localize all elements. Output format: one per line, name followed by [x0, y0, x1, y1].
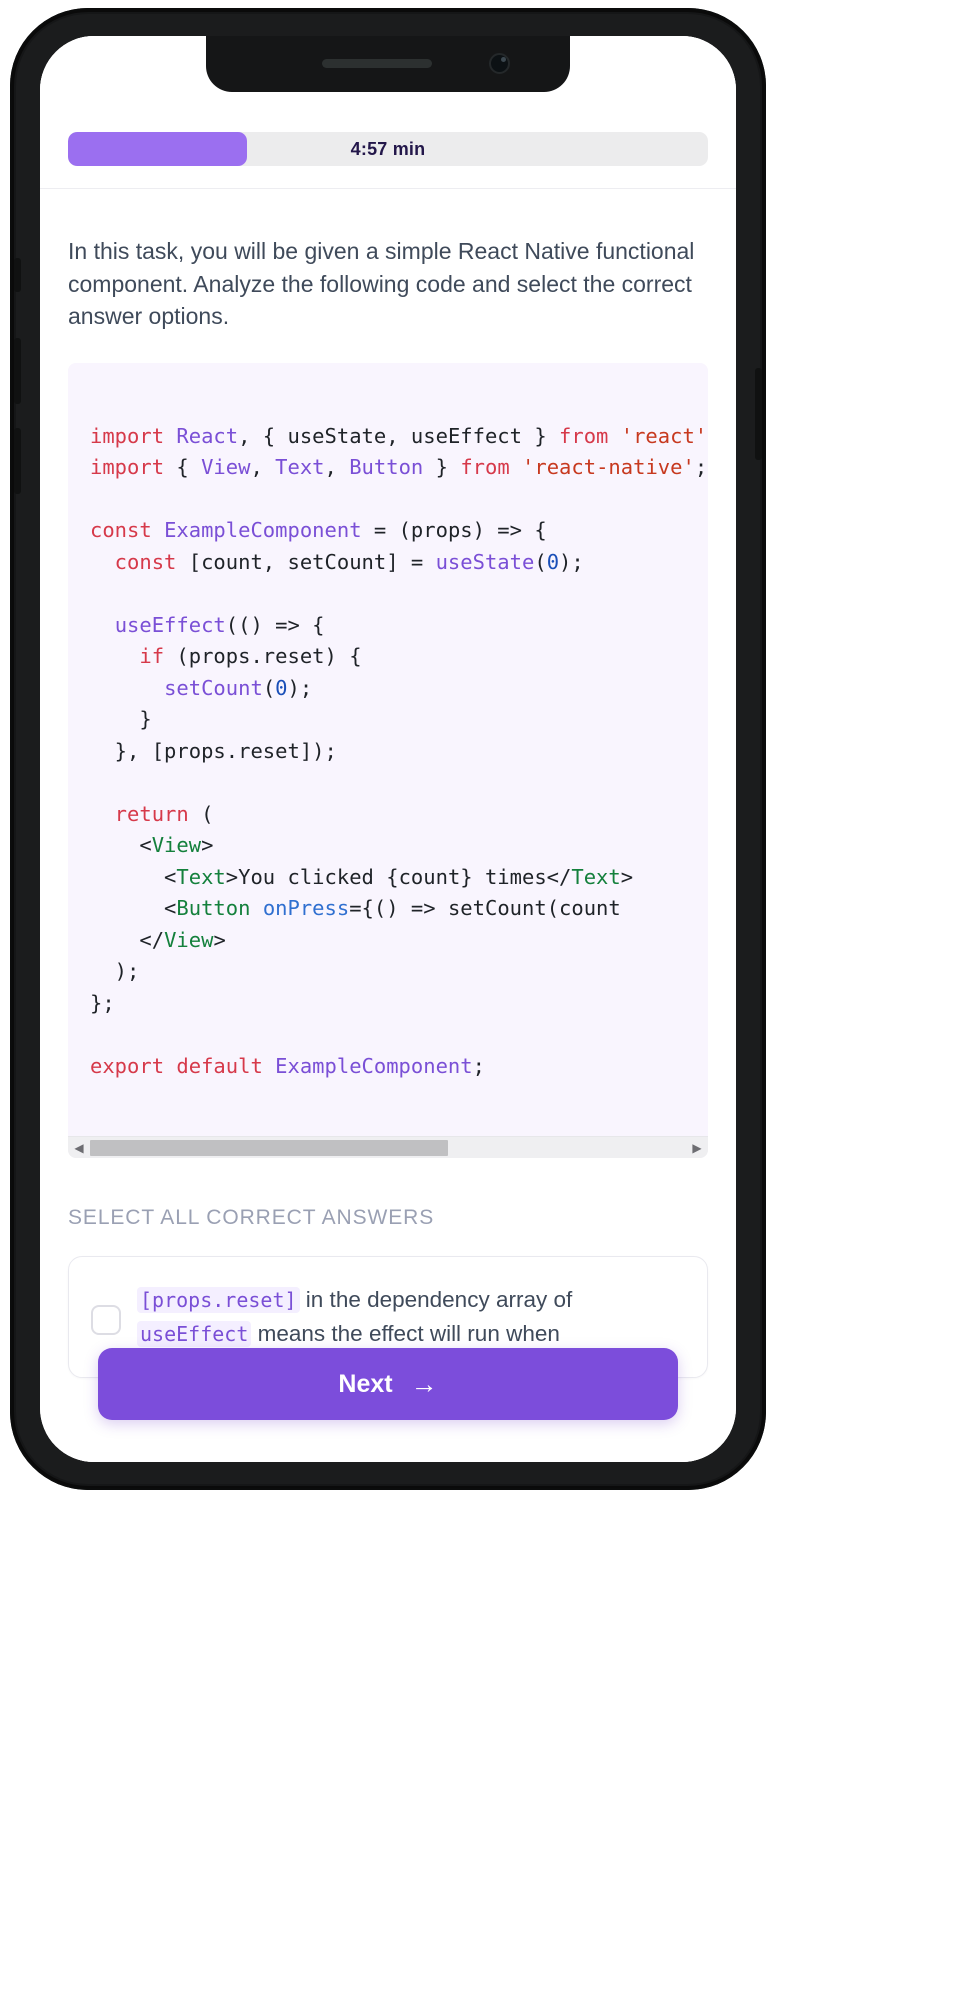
code-block: import React, { useState, useEffect } fr…: [68, 362, 708, 1159]
progress-bar: 4:57 min: [68, 132, 708, 166]
volume-up-button[interactable]: [14, 338, 21, 404]
inline-code: useEffect: [137, 1321, 252, 1348]
next-button-label: Next: [338, 1369, 393, 1398]
screen-bottom-pad: [40, 1432, 736, 1462]
timer-label: 4:57 min: [350, 139, 426, 159]
arrow-right-icon: →: [410, 1368, 438, 1399]
answer-checkbox[interactable]: [91, 1305, 121, 1336]
speaker-grille-icon: [322, 59, 432, 68]
task-instructions: In this task, you will be given a simple…: [68, 238, 695, 330]
answers-section-label: SELECT ALL CORRECT ANSWERS: [68, 1206, 435, 1230]
answer-text-run: means the effect will run when: [251, 1321, 560, 1347]
power-button[interactable]: [755, 368, 762, 460]
phone-device-frame: 4:57 min In this task, you will be given…: [10, 8, 766, 1490]
silent-switch[interactable]: [14, 258, 21, 292]
code-horizontal-scroller[interactable]: import React, { useState, useEffect } fr…: [68, 362, 708, 1137]
scroll-right-arrow-icon[interactable]: ▶: [686, 1137, 708, 1159]
scrollbar-thumb[interactable]: [90, 1139, 448, 1156]
scrollbar-track[interactable]: [90, 1137, 686, 1159]
quiz-app: 4:57 min In this task, you will be given…: [40, 36, 736, 1462]
phone-screen: 4:57 min In this task, you will be given…: [40, 36, 736, 1462]
answer-option-text: [props.reset] in the dependency array of…: [137, 1283, 685, 1351]
scroll-left-arrow-icon[interactable]: ◀: [68, 1137, 90, 1159]
volume-down-button[interactable]: [14, 428, 21, 494]
inline-code: [props.reset]: [137, 1287, 300, 1314]
phone-notch: [206, 36, 570, 92]
quiz-content-scroll[interactable]: In this task, you will be given a simple…: [40, 189, 736, 1462]
code-horizontal-scrollbar[interactable]: ◀ ▶: [68, 1136, 708, 1159]
answer-text-run: in the dependency array of: [299, 1287, 573, 1313]
code-source: import React, { useState, useEffect } fr…: [90, 423, 708, 1078]
next-button[interactable]: Next →: [98, 1348, 678, 1420]
front-camera-icon: [489, 53, 510, 74]
